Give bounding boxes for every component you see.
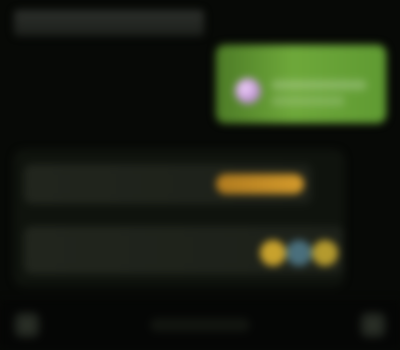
settings-button[interactable] — [360, 312, 386, 338]
promo-card[interactable] — [215, 44, 387, 124]
promo-secondary-text — [271, 96, 345, 106]
content-panel — [14, 150, 344, 286]
status-area — [150, 318, 250, 332]
settings-icon — [366, 318, 380, 332]
menu-button[interactable] — [14, 312, 40, 338]
page-title — [14, 10, 204, 36]
status-chip-icon — [286, 240, 312, 266]
promo-primary-text — [271, 80, 367, 90]
bottom-toolbar — [0, 300, 400, 350]
status-chip-icon — [260, 240, 286, 266]
list-item[interactable] — [24, 164, 312, 204]
avatar — [235, 78, 261, 104]
status-pill — [216, 174, 304, 194]
list-item[interactable] — [24, 226, 344, 274]
status-chip-icon — [312, 240, 338, 266]
menu-icon — [20, 318, 34, 332]
